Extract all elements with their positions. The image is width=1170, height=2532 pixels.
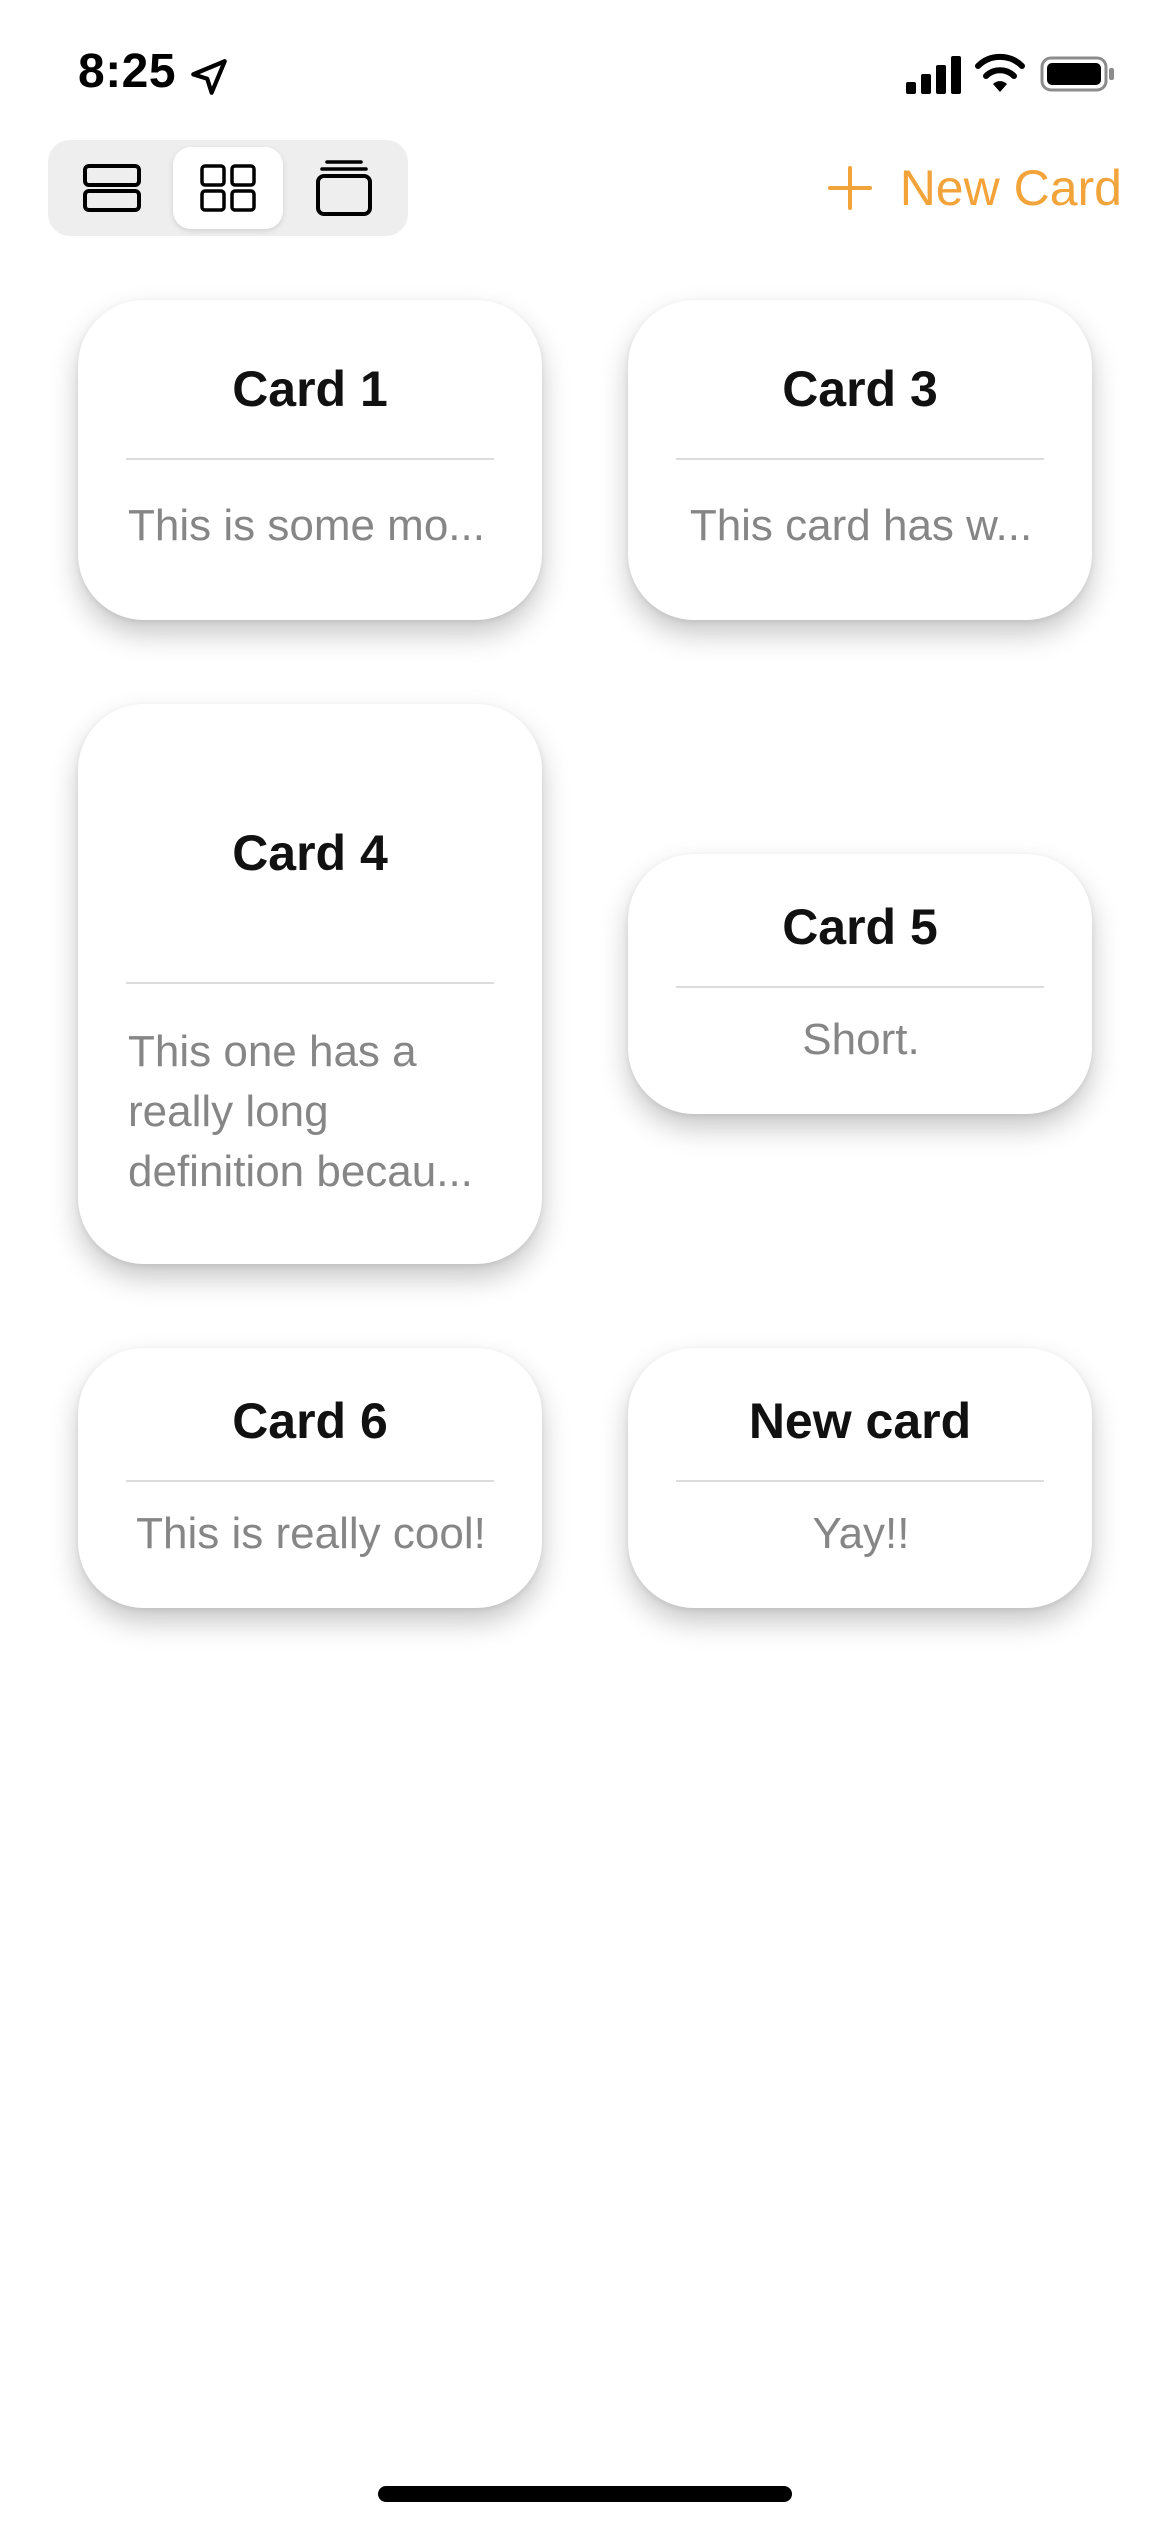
home-indicator[interactable] — [378, 2486, 792, 2502]
card-divider — [676, 986, 1044, 988]
status-bar: 8:25 — [0, 0, 1170, 150]
card-title: Card 3 — [782, 361, 938, 417]
wifi-icon — [975, 53, 1025, 92]
status-time: 8:25 — [78, 45, 177, 98]
stack-layout-icon — [316, 160, 372, 216]
card-title: Card 1 — [232, 361, 388, 417]
view-mode-picker — [48, 140, 408, 236]
card-title: Card 5 — [782, 899, 938, 955]
card-divider — [126, 458, 494, 460]
card-body: This is really cool! — [136, 1509, 486, 1558]
card-divider — [676, 458, 1044, 460]
view-mode-list[interactable] — [57, 147, 167, 229]
list-layout-icon — [83, 164, 141, 212]
location-arrow-icon — [191, 59, 227, 95]
card[interactable]: Card 5 Short. — [628, 854, 1092, 1114]
card-body: This card has w... — [689, 501, 1033, 550]
new-card-label: New Card — [899, 160, 1122, 216]
card-title: Card 6 — [232, 1393, 388, 1449]
card-divider — [126, 1480, 494, 1482]
card-title: Card 4 — [232, 825, 388, 881]
cellular-signal-icon — [906, 56, 961, 94]
card[interactable]: New card Yay!! — [628, 1348, 1092, 1608]
card[interactable]: Card 3 This card has w... — [628, 300, 1092, 620]
new-card-button[interactable]: New Card — [827, 152, 1122, 224]
card-title: New card — [748, 1393, 972, 1449]
plus-icon — [827, 166, 872, 210]
card[interactable]: Card 6 This is really cool! — [78, 1348, 542, 1608]
card-body: Yay!! — [812, 1509, 910, 1558]
card-body: Short. — [802, 1015, 920, 1064]
card[interactable]: Card 4 This one has a really long defini… — [78, 704, 542, 1264]
toolbar: New Card — [0, 140, 1170, 240]
grid-layout-icon — [200, 164, 256, 212]
card-body: This is some mo... — [128, 501, 485, 550]
view-mode-grid[interactable] — [173, 147, 283, 229]
card-body: This one has a really long definition be… — [128, 1027, 473, 1196]
card-divider — [676, 1480, 1044, 1482]
card-divider — [126, 982, 494, 984]
card[interactable]: Card 1 This is some mo... — [78, 300, 542, 620]
view-mode-stack[interactable] — [289, 147, 399, 229]
battery-icon — [1040, 56, 1114, 92]
